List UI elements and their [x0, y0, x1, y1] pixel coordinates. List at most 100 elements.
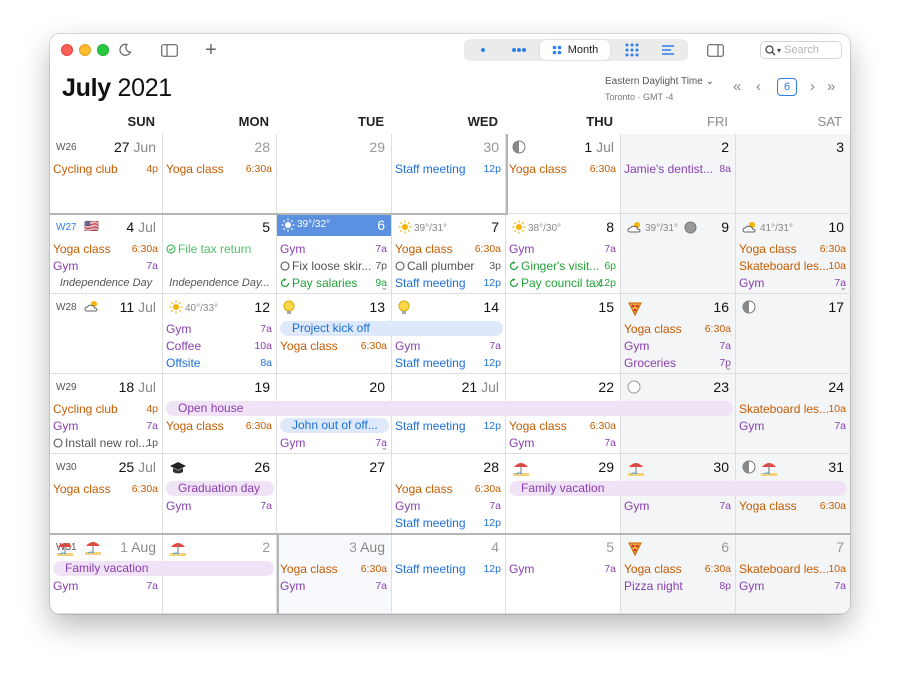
event-item[interactable]: Gym 7a: [53, 419, 158, 435]
sidebar-toggle-icon[interactable]: [158, 40, 180, 60]
day-cell[interactable]: 29: [277, 134, 392, 214]
event-item[interactable]: Gym 7a: [280, 242, 387, 258]
event-item[interactable]: Cycling club 4p: [53, 162, 158, 178]
event-item[interactable]: Gym 7a: [395, 339, 501, 355]
more-events-chevron-icon[interactable]: ⌄: [724, 362, 732, 373]
day-cell[interactable]: 16 Yoga class 6:30a Gym 7a Groceries 7p ⌄: [621, 294, 736, 374]
reminder-item[interactable]: Pay salaries 9a: [280, 276, 387, 292]
event-item[interactable]: Gym 7a: [166, 499, 272, 515]
minimize-window-button[interactable]: [79, 44, 91, 56]
event-item[interactable]: Gym 7a: [739, 579, 846, 595]
zoom-window-button[interactable]: [97, 44, 109, 56]
event-item[interactable]: Gym 7a: [166, 322, 272, 338]
reminder-item[interactable]: Fix loose skir... 7p: [280, 259, 387, 275]
day-cell[interactable]: 6 Yoga class 6:30a Pizza night 8p: [621, 534, 736, 614]
event-item[interactable]: Staff meeting 12p: [395, 562, 501, 578]
event-item[interactable]: Cycling club 4p: [53, 402, 158, 418]
reminder-item[interactable]: Call plumber 3p: [395, 259, 501, 275]
event-item[interactable]: Yoga class 6:30a: [280, 339, 387, 355]
reminder-item[interactable]: Pay council tax 12p: [509, 276, 616, 292]
event-item[interactable]: Yoga class 6:30a: [624, 562, 731, 578]
day-cell[interactable]: 3: [736, 134, 850, 214]
search-input[interactable]: ▾ Search: [760, 41, 842, 59]
event-item[interactable]: Staff meeting 12p: [395, 356, 501, 372]
event-item[interactable]: Gym 7a: [739, 419, 846, 435]
event-item[interactable]: Gym 7a: [53, 579, 158, 595]
next-month-button[interactable]: ›: [810, 78, 815, 95]
event-item[interactable]: Jamie's dentist... 8a: [624, 162, 731, 178]
day-cell[interactable]: 27: [277, 454, 392, 534]
previous-month-button[interactable]: ‹: [756, 78, 761, 95]
day-cell[interactable]: 1 Jul Yoga class 6:30a: [506, 134, 621, 214]
event-item[interactable]: Yoga class 6:30a: [739, 499, 846, 515]
day-cell[interactable]: 15: [506, 294, 621, 374]
event-item[interactable]: Staff meeting 12p: [395, 276, 501, 292]
event-item[interactable]: Gym 7a: [280, 436, 387, 452]
event-item[interactable]: Groceries 7p: [624, 356, 731, 372]
day-cell[interactable]: 38°/30° 8 Gym 7a Ginger's visit... 6p Pay coun…: [506, 214, 621, 294]
day-cell[interactable]: 24 Skateboard les... 10a Gym 7a: [736, 374, 850, 454]
event-item[interactable]: Gym 7a: [624, 499, 731, 515]
previous-year-button[interactable]: «: [733, 78, 741, 95]
event-item[interactable]: Gym 7a: [395, 499, 501, 515]
checkbox-icon[interactable]: [53, 437, 65, 451]
day-cell[interactable]: W28 11 Jul: [50, 294, 163, 374]
day-cell[interactable]: 4 Staff meeting 12p: [392, 534, 506, 614]
event-item[interactable]: Gym 7a: [509, 436, 616, 452]
event-item[interactable]: Yoga class 6:30a: [509, 162, 616, 178]
event-item[interactable]: Gym 7a: [624, 339, 731, 355]
event-item[interactable]: Staff meeting 12p: [395, 162, 501, 178]
event-item[interactable]: Staff meeting 12p: [395, 516, 501, 532]
event-item[interactable]: Skateboard les... 10a: [739, 259, 846, 275]
inspector-toggle-icon[interactable]: [704, 40, 726, 60]
day-cell[interactable]: 39°/31° 7 Yoga class 6:30a Call plumber 3p Sta…: [392, 214, 506, 294]
day-cell[interactable]: 40°/33° 12 Gym 7a Coffee 10a Offsite 8a: [163, 294, 277, 374]
event-item[interactable]: Pizza night 8p: [624, 579, 731, 595]
reminder-item[interactable]: Install new rol... 1p: [53, 436, 158, 452]
event-item[interactable]: Gym 7a: [53, 259, 158, 275]
event-item[interactable]: Yoga class 6:30a: [624, 322, 731, 338]
day-view-icon[interactable]: [474, 39, 492, 61]
checkbox-icon[interactable]: [166, 243, 178, 257]
day-cell[interactable]: 28 Yoga class 6:30a Gym 7a Staff meeting 12p: [392, 454, 506, 534]
checkbox-icon[interactable]: [280, 260, 292, 274]
reminder-item[interactable]: Ginger's visit... 6p: [509, 259, 616, 275]
event-item[interactable]: Gym 7a: [509, 242, 616, 258]
event-item[interactable]: Yoga class 6:30a: [166, 419, 272, 435]
day-cell[interactable]: 28 Yoga class 6:30a: [163, 134, 277, 214]
event-item[interactable]: Gym 7a: [509, 562, 616, 578]
event-item[interactable]: Yoga class 6:30a: [509, 419, 616, 435]
day-cell[interactable]: 41°/31° 10 Yoga class 6:30a Skateboard les..…: [736, 214, 850, 294]
day-cell[interactable]: 3 Aug Yoga class 6:30a Gym 7a: [277, 534, 392, 614]
more-events-chevron-icon[interactable]: ⌄: [380, 282, 388, 293]
event-item[interactable]: Yoga class 6:30a: [395, 242, 501, 258]
day-cell[interactable]: 17: [736, 294, 850, 374]
day-cell[interactable]: 5 File tax return Independence Day...: [163, 214, 277, 294]
event-item[interactable]: Gym 7a: [739, 276, 846, 292]
event-item[interactable]: Coffee 10a: [166, 339, 272, 355]
multi-day-event[interactable]: Project kick off: [280, 321, 503, 336]
day-cell[interactable]: W26 27 Jun Cycling club 4p: [50, 134, 163, 214]
event-item[interactable]: Yoga class 6:30a: [166, 162, 272, 178]
day-cell[interactable]: W27 🇺🇸 4 Jul Yoga class 6:30a Gym 7a Independen…: [50, 214, 163, 294]
day-cell[interactable]: 39°/31° 9: [621, 214, 736, 294]
more-events-chevron-icon[interactable]: ⌄: [380, 442, 388, 453]
week-view-icon[interactable]: [506, 39, 532, 61]
event-item[interactable]: Yoga class 6:30a: [280, 562, 387, 578]
event-item[interactable]: Yoga class 6:30a: [53, 482, 158, 498]
more-events-chevron-icon[interactable]: ⌄: [839, 282, 847, 293]
event-item[interactable]: Yoga class 6:30a: [739, 242, 846, 258]
event-item[interactable]: Gym 7a: [280, 579, 387, 595]
year-view-icon[interactable]: [620, 39, 644, 61]
close-window-button[interactable]: [61, 44, 73, 56]
day-cell[interactable]: 7 Skateboard les... 10a Gym 7a: [736, 534, 850, 614]
multi-day-event[interactable]: Open house: [166, 401, 733, 416]
multi-day-event[interactable]: Family vacation: [509, 481, 847, 496]
today-button[interactable]: 6: [777, 78, 797, 96]
event-item[interactable]: Yoga class 6:30a: [395, 482, 501, 498]
day-cell[interactable]: W30 25 Jul Yoga class 6:30a: [50, 454, 163, 534]
multi-day-event[interactable]: Family vacation: [53, 561, 274, 576]
day-cell[interactable]: 2 Jamie's dentist... 8a: [621, 134, 736, 214]
event-item[interactable]: Skateboard les... 10a: [739, 562, 846, 578]
multi-day-event[interactable]: Graduation day: [166, 481, 274, 496]
